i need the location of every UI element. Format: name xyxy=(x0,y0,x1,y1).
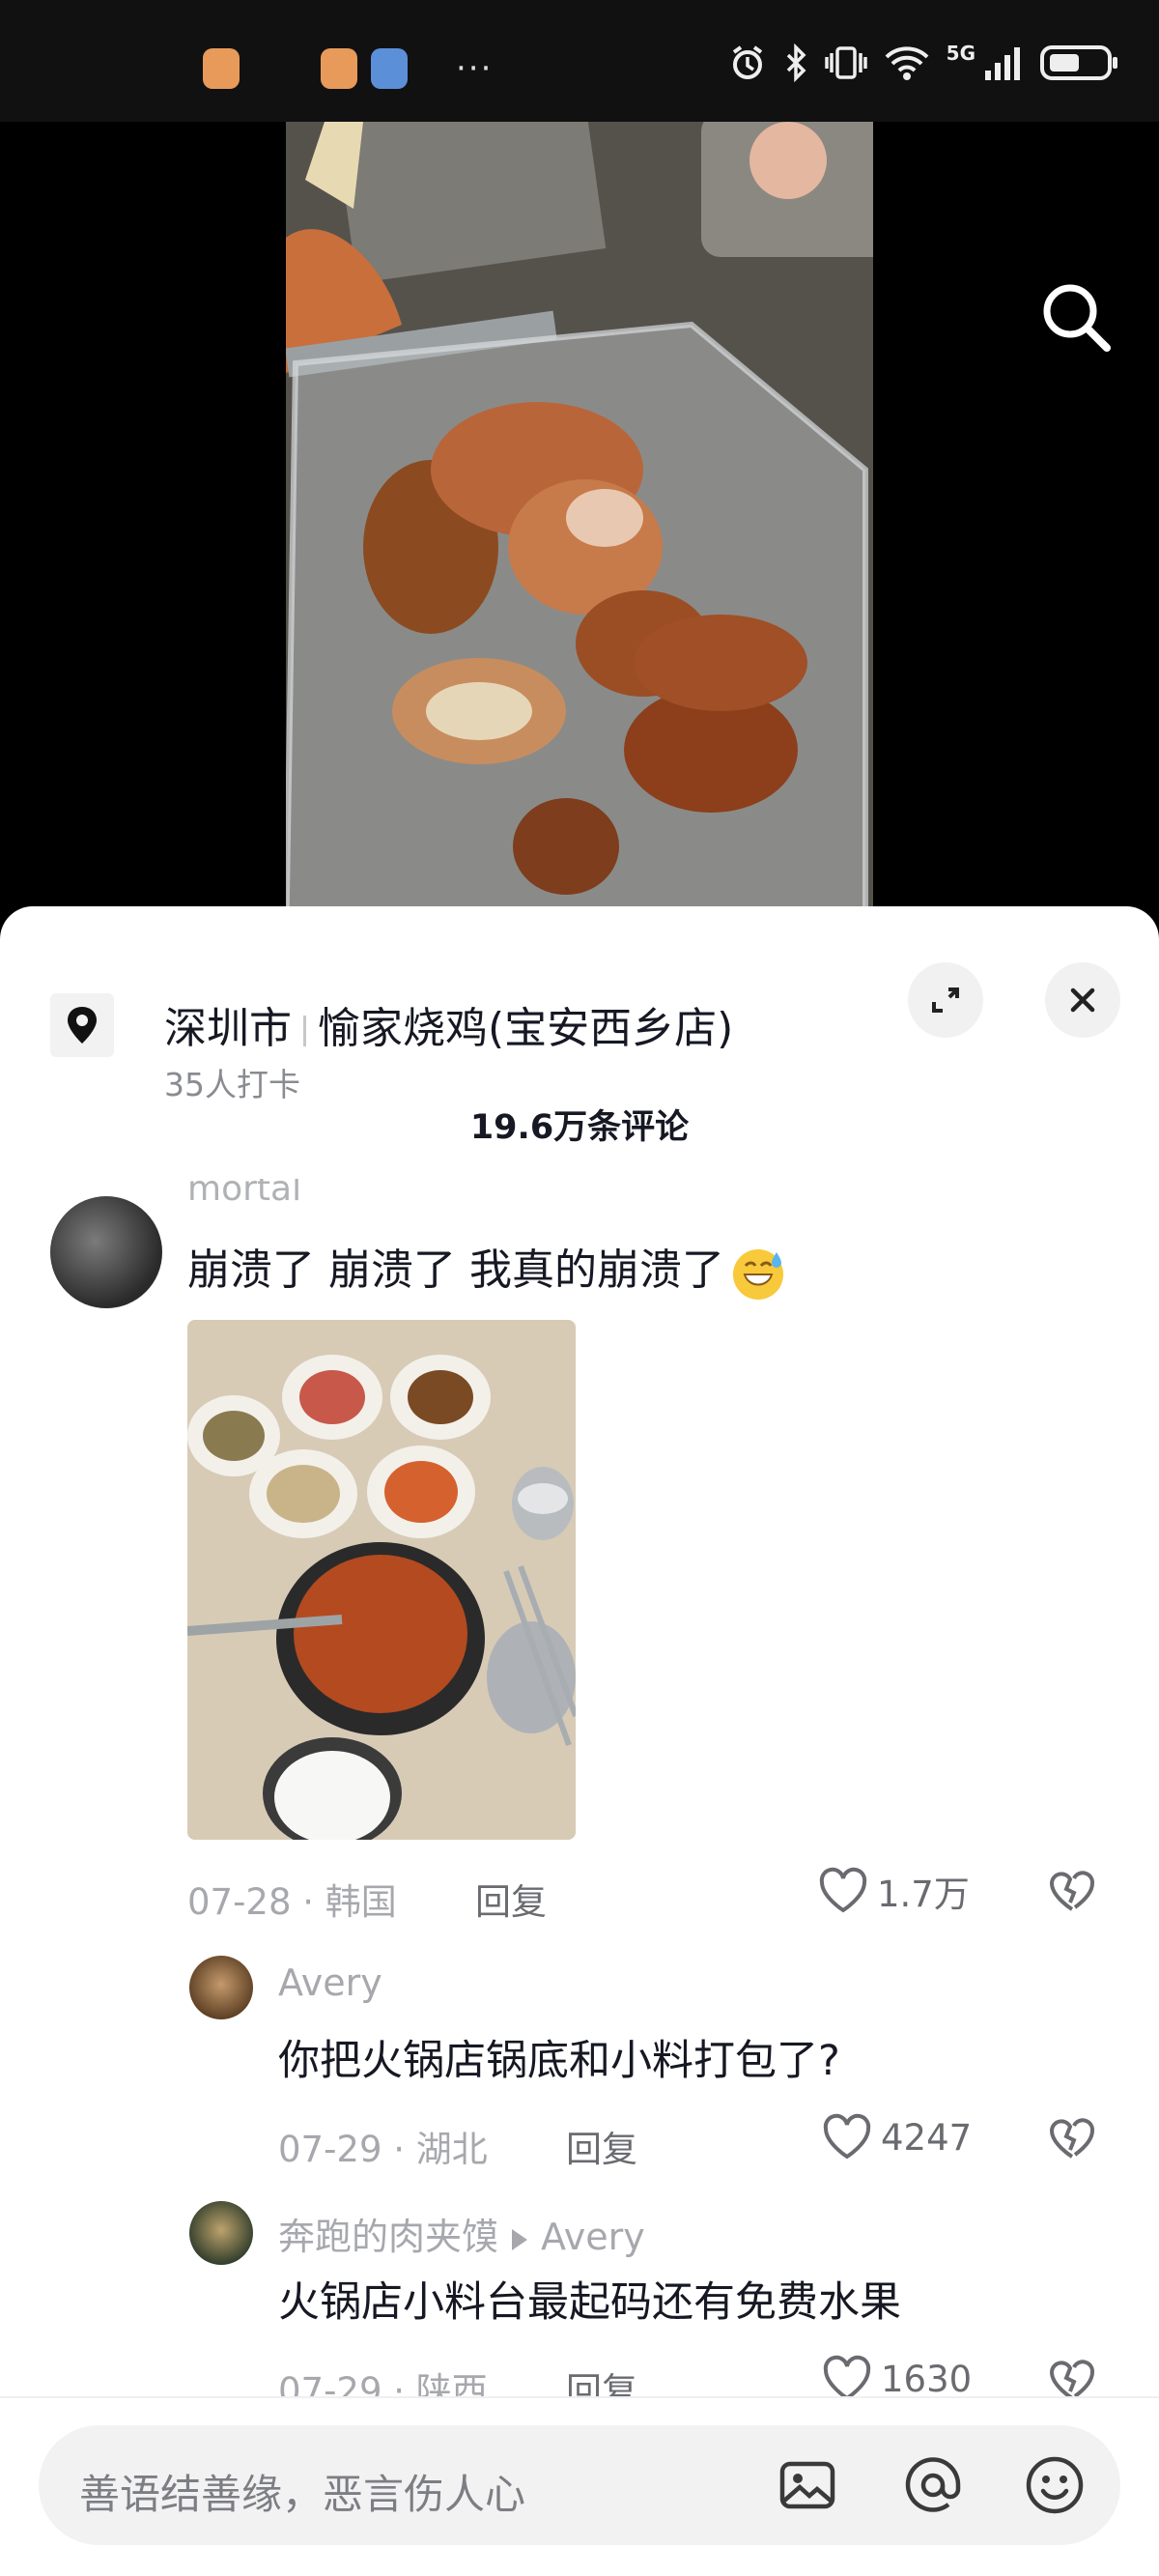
like-button[interactable]: 1.7万 xyxy=(817,1865,970,1917)
broken-heart-icon[interactable] xyxy=(1047,2114,1097,2164)
reply-username[interactable]: Avery xyxy=(278,1961,382,2004)
video-thumbnail xyxy=(286,122,873,953)
comment-image[interactable] xyxy=(187,1320,576,1840)
broken-heart-icon[interactable] xyxy=(1047,1867,1097,1917)
avatar[interactable] xyxy=(189,1956,253,2019)
bluetooth-icon xyxy=(786,43,806,82)
app-notification-icon xyxy=(203,48,240,89)
emoji-icon[interactable] xyxy=(1024,2454,1086,2516)
grinning-sweat-emoji-icon xyxy=(732,1249,783,1300)
location-title: 深圳市 愉家烧鸡(宝安西乡店) xyxy=(164,993,733,1055)
app-notification-icon xyxy=(371,48,408,89)
battery-icon xyxy=(1040,45,1117,80)
reply-username-line[interactable]: 奔跑的肉夹馍 Avery xyxy=(278,2207,645,2260)
alarm-icon xyxy=(732,45,762,79)
comment-username[interactable]: mortal xyxy=(187,1179,301,1212)
signal-icon xyxy=(985,47,1020,80)
status-bar: ··· 5G xyxy=(0,0,1159,122)
like-button[interactable]: 4247 xyxy=(821,2112,972,2162)
vibrate-icon xyxy=(824,46,867,79)
reply-text[interactable]: 你把火锅店锅底和小料打包了? xyxy=(278,2027,840,2087)
location-city: 深圳市 xyxy=(164,1004,292,1053)
wifi-icon xyxy=(885,46,929,80)
comment-date-region: 07-28 · 韩国 xyxy=(187,1881,397,1923)
comment-text-content: 崩溃了 崩溃了 我真的崩溃了 xyxy=(187,1245,724,1295)
search-icon[interactable] xyxy=(1035,276,1117,358)
avatar[interactable] xyxy=(50,1196,162,1308)
status-indicators: 5G xyxy=(728,42,1120,83)
reply-text[interactable]: 火锅店小料台最起码还有免费水果 xyxy=(278,2269,901,2329)
location-pin-icon xyxy=(50,993,114,1057)
reply-to-username[interactable]: Avery xyxy=(541,2216,645,2258)
video-player[interactable] xyxy=(0,122,1159,953)
reply-date-region: 07-29 · 湖北 xyxy=(278,2129,488,2170)
heart-icon xyxy=(823,2113,871,2160)
video-frame xyxy=(286,122,873,953)
reply-button[interactable]: 回复 xyxy=(566,2120,637,2172)
reply-button[interactable]: 回复 xyxy=(475,1873,547,1925)
comment-text[interactable]: 崩溃了 崩溃了 我真的崩溃了 xyxy=(187,1235,788,1302)
like-count: 4247 xyxy=(881,2116,973,2159)
close-button[interactable] xyxy=(1045,962,1120,1038)
status-notifications: ··· xyxy=(203,48,493,89)
network-type-label: 5G xyxy=(946,42,975,65)
heart-icon xyxy=(819,1867,867,1913)
expand-icon xyxy=(932,987,959,1013)
comment-count: 19.6万条评论 xyxy=(469,1108,690,1147)
at-icon[interactable] xyxy=(902,2454,964,2516)
location-shop: 愉家烧鸡(宝安西乡店) xyxy=(318,1004,734,1053)
like-count: 1.7万 xyxy=(877,1874,970,1915)
location-header[interactable]: 深圳市 愉家烧鸡(宝安西乡店) 35人打卡 xyxy=(50,955,1159,1103)
image-icon[interactable] xyxy=(777,2454,838,2516)
comment-input-placeholder: 善语结善缘，恶言伤人心 xyxy=(79,2471,526,2518)
avatar[interactable] xyxy=(189,2201,253,2265)
more-notifications-icon: ··· xyxy=(456,49,494,88)
location-checkins: 35人打卡 xyxy=(164,1066,300,1103)
comment-sheet: 深圳市 愉家烧鸡(宝安西乡店) 35人打卡 19.6万条评论 mortal 崩溃了… xyxy=(0,906,1159,2574)
like-count: 1630 xyxy=(881,2358,973,2400)
close-icon xyxy=(1070,987,1095,1013)
reply-to-arrow-icon xyxy=(512,2228,528,2250)
location-divider xyxy=(303,1016,306,1046)
expand-button[interactable] xyxy=(908,962,983,1038)
comment-input[interactable]: 善语结善缘，恶言伤人心 xyxy=(39,2425,1120,2545)
app-notification-icon xyxy=(321,48,357,89)
comment-input-bar: 善语结善缘，恶言伤人心 xyxy=(0,2396,1159,2576)
reply-username[interactable]: 奔跑的肉夹馍 xyxy=(278,2216,498,2258)
